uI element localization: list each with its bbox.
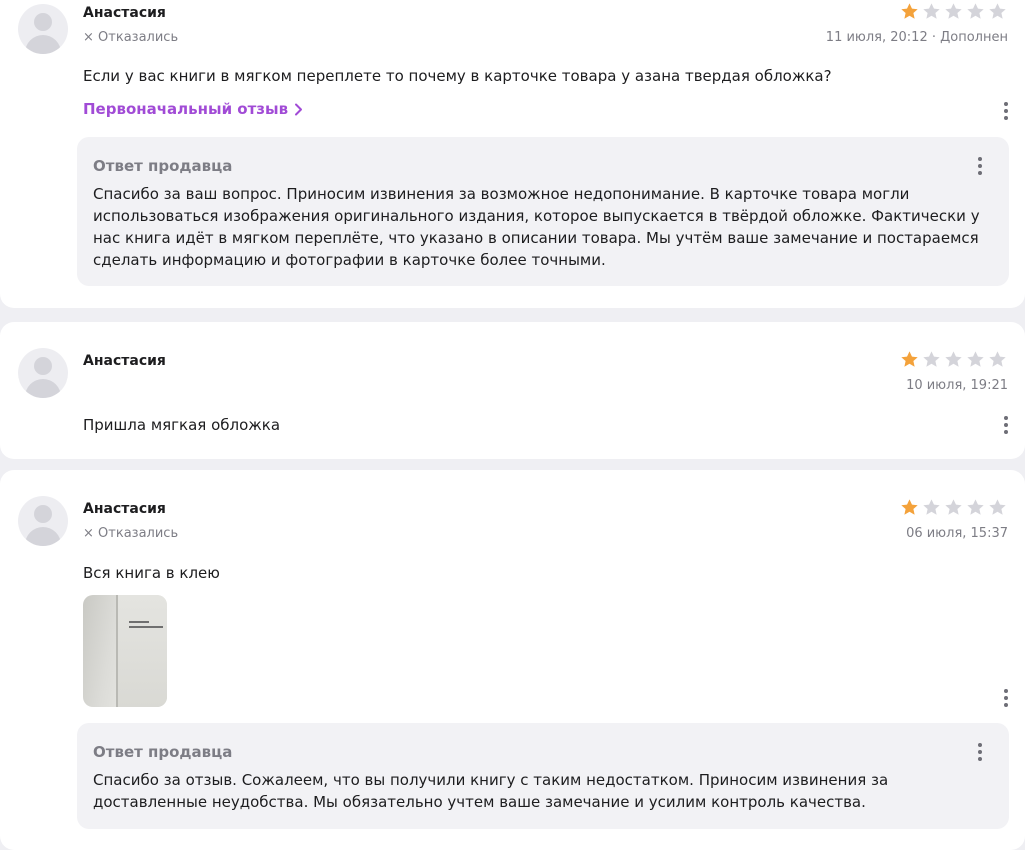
review-menu-icon[interactable] (998, 100, 1014, 122)
star-empty-icon (923, 499, 940, 515)
seller-reply: Ответ продавца Спасибо за ваш вопрос. Пр… (77, 137, 1009, 286)
avatar[interactable] (18, 496, 68, 546)
review-text: Пришла мягкая обложка (83, 416, 281, 434)
review-author[interactable]: Анастасия (83, 5, 166, 21)
review-card: Анастасия × Отказались 06 июля, 15:37 Вс… (0, 470, 1025, 850)
chevron-right-icon (295, 103, 303, 115)
review-date: 11 июля, 20:12 · Дополнен (825, 30, 1008, 45)
close-icon: × (83, 526, 99, 541)
review-card: Анастасия × Отказались 11 июля, 20:12 · … (0, 0, 1025, 308)
avatar[interactable] (18, 4, 68, 54)
star-empty-icon (945, 3, 962, 19)
star-filled-icon (901, 3, 918, 19)
review-author[interactable]: Анастасия (83, 501, 166, 517)
avatar[interactable] (18, 348, 68, 398)
review-card: Анастасия 10 июля, 19:21 Пришла мягкая о… (0, 322, 1025, 459)
review-author[interactable]: Анастасия (83, 353, 166, 369)
reply-menu-icon[interactable] (972, 741, 988, 763)
star-empty-icon (923, 3, 940, 19)
original-review-label: Первоначальный отзыв (83, 100, 289, 118)
original-review-link[interactable]: Первоначальный отзыв (83, 100, 303, 118)
star-empty-icon (967, 499, 984, 515)
seller-reply-title: Ответ продавца (93, 743, 233, 761)
close-icon: × (83, 30, 99, 45)
star-empty-icon (923, 351, 940, 367)
refused-status: × Отказались (83, 526, 178, 541)
seller-reply-text: Спасибо за отзыв. Сожалеем, что вы получ… (93, 771, 889, 811)
review-text: Вся книга в клею (83, 564, 220, 582)
star-filled-icon (901, 499, 918, 515)
seller-reply-text: Спасибо за ваш вопрос. Приносим извинени… (93, 185, 980, 269)
review-text: Если у вас книги в мягком переплете то п… (83, 67, 832, 85)
rating-stars (900, 350, 1007, 369)
review-menu-icon[interactable] (998, 414, 1014, 436)
rating-stars (900, 2, 1007, 21)
star-filled-icon (901, 351, 918, 367)
review-menu-icon[interactable] (998, 687, 1014, 709)
star-empty-icon (945, 499, 962, 515)
star-empty-icon (989, 499, 1006, 515)
seller-reply: Ответ продавца Спасибо за отзыв. Сожалее… (77, 723, 1009, 829)
star-empty-icon (989, 351, 1006, 367)
refused-status: × Отказались (83, 30, 178, 45)
star-empty-icon (945, 351, 962, 367)
star-empty-icon (989, 3, 1006, 19)
star-empty-icon (967, 351, 984, 367)
review-date: 06 июля, 15:37 (906, 526, 1008, 541)
review-photo[interactable] (83, 595, 167, 707)
refused-label: Отказались (98, 30, 179, 45)
rating-stars (900, 498, 1007, 517)
seller-reply-title: Ответ продавца (93, 157, 233, 175)
star-empty-icon (967, 3, 984, 19)
review-date: 10 июля, 19:21 (906, 378, 1008, 393)
refused-label: Отказались (98, 526, 179, 541)
reply-menu-icon[interactable] (972, 155, 988, 177)
